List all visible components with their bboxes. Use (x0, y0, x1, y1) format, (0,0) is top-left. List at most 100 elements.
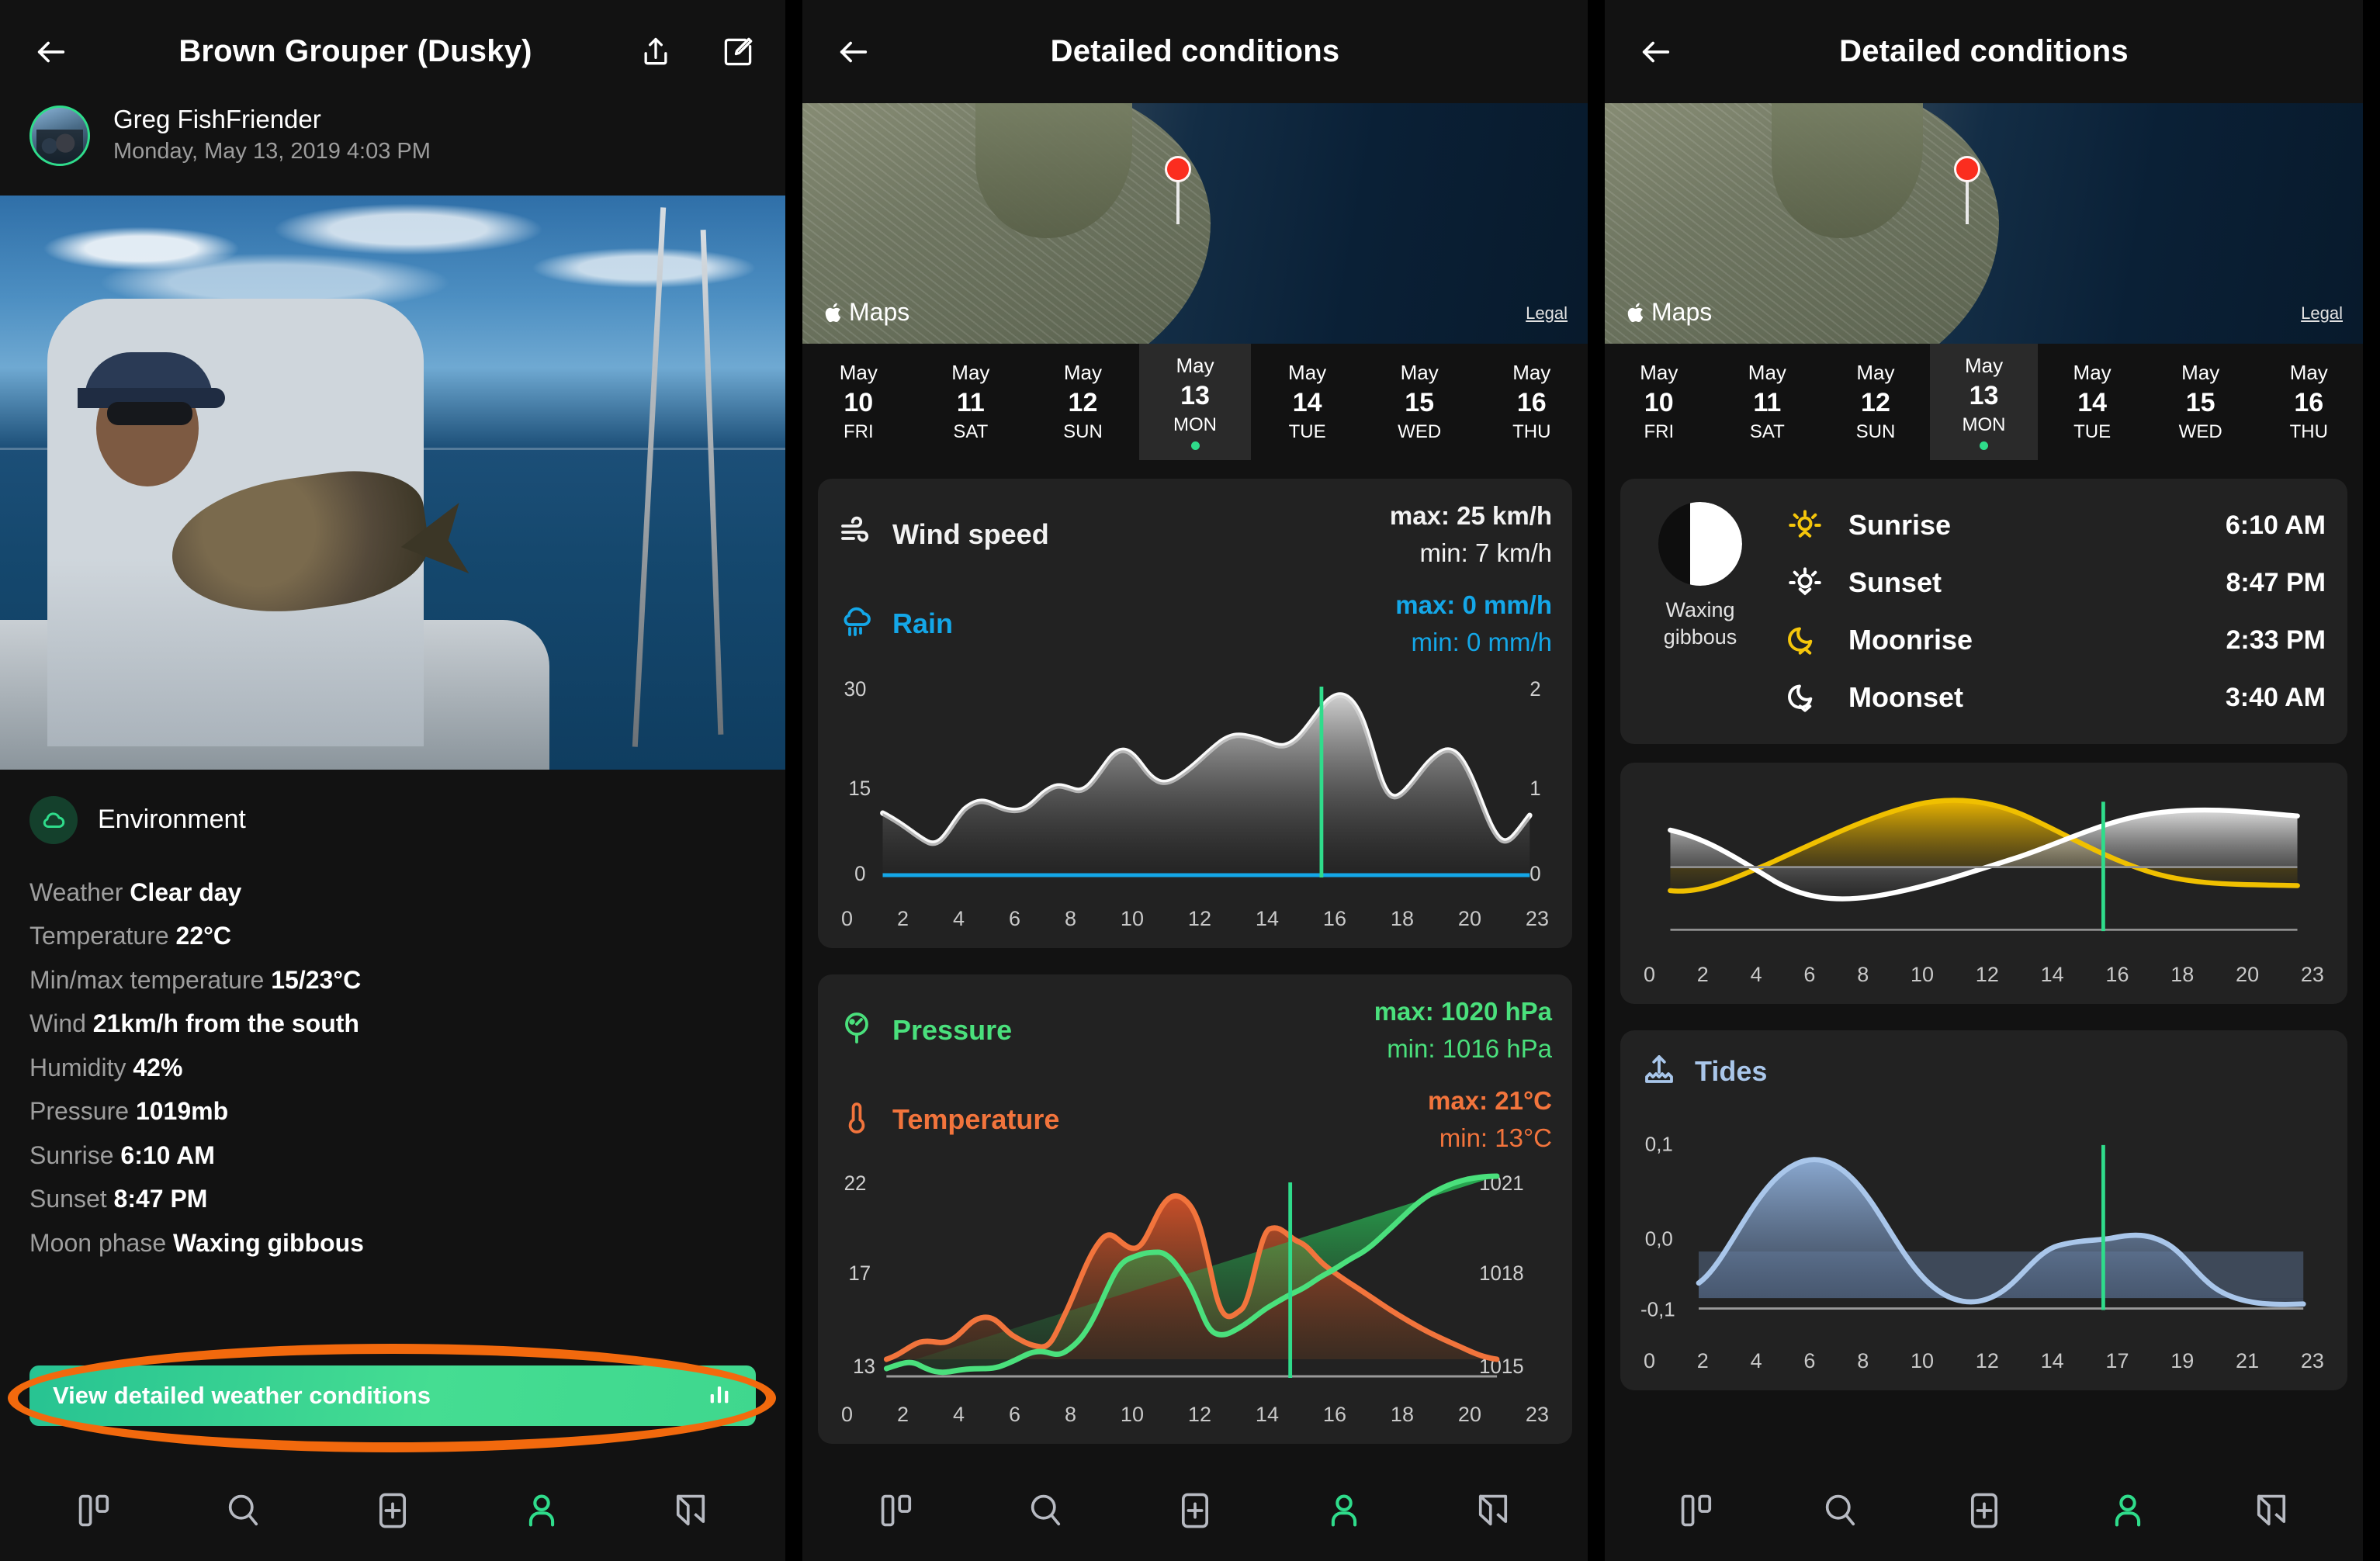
astro-label: Moonset (1848, 681, 1963, 713)
day-tab-may-16[interactable]: May 16 THU (2254, 344, 2363, 460)
dashboard-icon[interactable] (868, 1482, 926, 1539)
profile-icon[interactable] (2099, 1482, 2157, 1539)
panel-divider (785, 0, 802, 1561)
pressure-temperature-chart: 22 17 13 1021 1018 1015 0 2 4 6 8 10 12 … (838, 1165, 1552, 1427)
rain-min: min: 0 mm/h (1411, 627, 1552, 656)
bottom-nav (0, 1460, 785, 1561)
day-tab-may-15[interactable]: May 15 WED (1363, 344, 1476, 460)
view-detailed-weather-button[interactable]: View detailed weather conditions (29, 1365, 756, 1426)
section-title: Environment (98, 805, 246, 835)
day-tab-may-15[interactable]: May 15 WED (2146, 344, 2255, 460)
catch-photo[interactable] (0, 195, 785, 770)
svg-text:0: 0 (854, 862, 865, 886)
day-tab-may-10[interactable]: May 10 FRI (802, 344, 915, 460)
temperature-metric-row: Temperature max: 21°C min: 13°C (838, 1084, 1552, 1154)
env-row: Sunset 8:47 PM (29, 1185, 208, 1213)
day-tab-may-12[interactable]: May 12 SUN (1821, 344, 1930, 460)
pressure-metric-row: Pressure max: 1020 hPa min: 1016 hPa (838, 995, 1552, 1065)
pressure-max: max: 1020 hPa (1374, 997, 1552, 1026)
author-name: Greg FishFriender (113, 105, 321, 133)
moonset-icon (1782, 674, 1828, 721)
moonrise-row: Moonrise 2:33 PM (1782, 617, 2326, 663)
tides-chart-xaxis: 0 2 4 6 8 10 12 14 17 19 21 23 (1644, 1349, 2324, 1372)
env-row: Wind 21km/h from the south (29, 1009, 359, 1038)
cloud-icon (29, 795, 78, 844)
arrow-left-icon[interactable] (829, 27, 878, 77)
location-map[interactable]: Maps Legal (1605, 103, 2363, 344)
sun-moon-chart: 0 2 4 6 8 10 12 14 16 18 20 23 (1640, 787, 2327, 987)
selected-day-dot (1980, 441, 1989, 450)
astro-time: 2:33 PM (2226, 625, 2326, 655)
day-tab-may-14[interactable]: May 14 TUE (1251, 344, 1363, 460)
svg-text:2: 2 (1530, 677, 1540, 701)
wind-rain-card: Wind speed max: 25 km/h min: 7 km/h Rain… (818, 479, 1572, 949)
dashboard-icon[interactable] (66, 1482, 123, 1539)
legal-link[interactable]: Legal (2301, 303, 2343, 324)
wind-min: min: 7 km/h (1419, 538, 1552, 567)
search-icon[interactable] (215, 1482, 272, 1539)
bar-chart-icon (706, 1381, 733, 1411)
metric-name: Pressure (892, 1013, 1013, 1046)
pressure-chart-xaxis: 0 2 4 6 8 10 12 14 16 18 20 23 (841, 1403, 1549, 1427)
dashboard-icon[interactable] (1668, 1482, 1726, 1539)
svg-text:15: 15 (848, 777, 871, 801)
metric-name: Rain (892, 607, 954, 639)
day-tab-may-10[interactable]: May 10 FRI (1605, 344, 1713, 460)
add-catch-icon[interactable] (1956, 1482, 2013, 1539)
location-map[interactable]: Maps Legal (802, 103, 1588, 344)
panel-divider (1588, 0, 1605, 1561)
rain-metric-row: Rain max: 0 mm/h min: 0 mm/h (838, 588, 1552, 659)
astro-label: Sunrise (1848, 509, 1952, 541)
apple-maps-logo: Maps (1625, 298, 1712, 327)
svg-text:30: 30 (844, 677, 867, 701)
svg-text:0,0: 0,0 (1645, 1227, 1673, 1250)
pressure-temperature-card: Pressure max: 1020 hPa min: 1016 hPa Tem… (818, 974, 1572, 1445)
day-tab-may-16[interactable]: May 16 THU (1475, 344, 1588, 460)
three-phone-screenshots: Brown Grouper (Dusky) Greg FishFriender … (0, 0, 2380, 1561)
arrow-left-icon[interactable] (1631, 27, 1681, 77)
tides-card: Tides 0,1 0,0 -0,1 0 2 4 6 8 10 12 14 17… (1620, 1030, 2347, 1390)
moon-waxing-gibbous-icon (1658, 502, 1742, 586)
astro-label: Moonrise (1848, 624, 1973, 656)
share-arrow-icon[interactable] (662, 1482, 719, 1539)
day-tab-may-11[interactable]: May 11 SAT (1713, 344, 1822, 460)
sunset-row: Sunset 8:47 PM (1782, 559, 2326, 606)
legal-link[interactable]: Legal (1526, 303, 1568, 324)
day-tab-may-14[interactable]: May 14 TUE (2038, 344, 2146, 460)
sun-moon-card: Waxing gibbous Sunrise 6:10 AM Sunset 8:… (1620, 479, 2347, 744)
cta-label: View detailed weather conditions (53, 1382, 431, 1409)
catch-author[interactable]: Greg FishFriender Monday, May 13, 2019 4… (0, 103, 785, 196)
bottom-nav (802, 1460, 1588, 1561)
moon-phase-block: Waxing gibbous (1642, 502, 1758, 721)
fish-held (163, 460, 436, 627)
sunglasses-icon (107, 401, 193, 425)
sunset-icon (1782, 559, 1828, 606)
tides-header-row: Tides (1640, 1050, 2327, 1092)
moonset-row: Moonset 3:40 AM (1782, 674, 2326, 721)
day-tab-may-11[interactable]: May 11 SAT (915, 344, 1027, 460)
search-icon[interactable] (1017, 1482, 1075, 1539)
share-arrow-icon[interactable] (1464, 1482, 1522, 1539)
cta-area: View detailed weather conditions (0, 1344, 785, 1460)
share-icon[interactable] (635, 31, 677, 73)
profile-icon[interactable] (513, 1482, 570, 1539)
share-arrow-icon[interactable] (2243, 1482, 2300, 1539)
maps-label: Maps (1651, 298, 1713, 326)
profile-icon[interactable] (1315, 1482, 1373, 1539)
svg-text:0: 0 (1530, 862, 1540, 886)
add-catch-icon[interactable] (1166, 1482, 1224, 1539)
astro-rows: Sunrise 6:10 AM Sunset 8:47 PM Moonrise … (1782, 502, 2326, 721)
bottom-nav (1605, 1460, 2363, 1561)
day-tab-may-13[interactable]: May 13 MON (1929, 344, 2039, 460)
env-row: Weather Clear day (29, 877, 242, 906)
add-catch-icon[interactable] (364, 1482, 421, 1539)
gauge-icon (838, 1009, 875, 1050)
day-tab-may-12[interactable]: May 12 SUN (1027, 344, 1139, 460)
astro-time: 8:47 PM (2226, 567, 2326, 597)
search-icon[interactable] (1812, 1482, 1869, 1539)
edit-icon[interactable] (717, 31, 759, 73)
arrow-left-icon[interactable] (26, 27, 76, 77)
astro-time: 6:10 AM (2225, 510, 2326, 540)
day-tab-may-13[interactable]: May 13 MON (1138, 344, 1252, 460)
environment-section: Environment Weather Clear day Temperatur… (0, 770, 785, 1265)
